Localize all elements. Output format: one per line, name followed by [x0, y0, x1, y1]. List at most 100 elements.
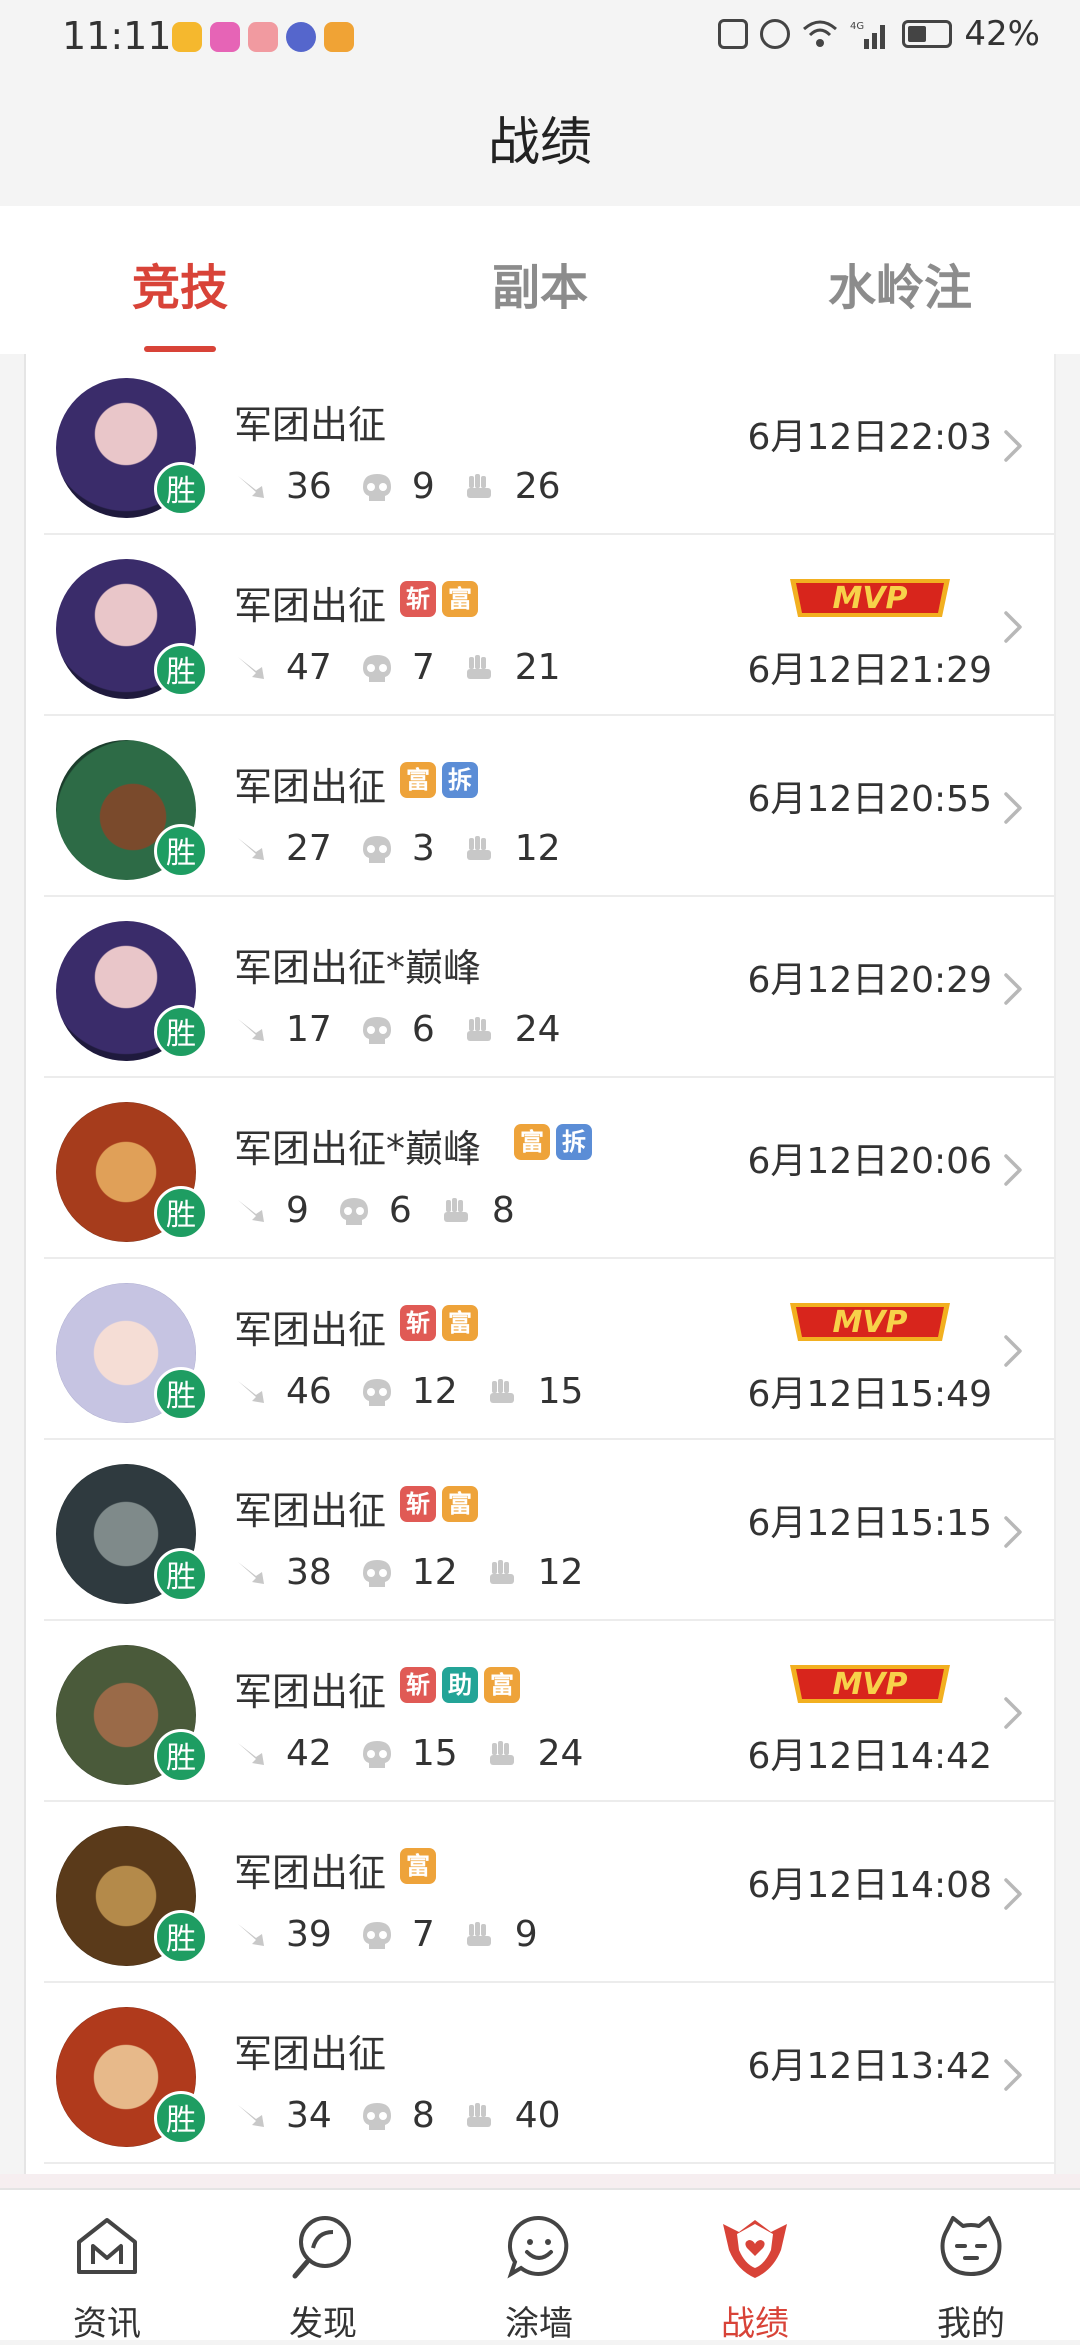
record-time: 6月12日15:15	[747, 1503, 992, 1544]
app-notification-icon	[172, 22, 202, 52]
tab-jingji[interactable]: 竞技	[60, 248, 300, 318]
assists-value: 15	[537, 1371, 584, 1412]
deaths-value: 9	[411, 466, 435, 507]
notification-icons	[172, 22, 354, 52]
nav-item-records[interactable]: 战绩	[690, 2210, 820, 2345]
win-badge: 胜	[154, 1186, 208, 1240]
app-notification-icon	[210, 22, 240, 52]
record-row[interactable]: 胜军团出征 34 8 40 6月12日13:42	[44, 1983, 1054, 2164]
honor-badge: 斩	[400, 1667, 436, 1703]
fist-icon	[466, 473, 491, 498]
honor-badge: 富	[442, 581, 478, 617]
honor-badge: 助	[442, 1667, 478, 1703]
skull-icon	[362, 835, 391, 863]
deaths-value: 6	[388, 1190, 412, 1231]
record-time: 6月12日14:08	[747, 1865, 992, 1906]
kills-value: 39	[286, 1914, 332, 1955]
alarm-icon	[760, 19, 791, 49]
chevron-right-icon	[1004, 611, 1022, 643]
deaths-value: 7	[411, 647, 435, 688]
record-row[interactable]: 胜军团出征斩富 38 12 12 6月12日15:15	[44, 1440, 1054, 1621]
record-row[interactable]: 胜军团出征富拆 27 3 12 6月12日20:55	[44, 716, 1054, 897]
record-row[interactable]: 胜军团出征斩富 47 7 21 MVP 6月12日21:29	[44, 535, 1054, 716]
sword-icon	[238, 1923, 264, 1946]
record-row[interactable]: 胜军团出征斩助富 42 15 24 MVP 6月12日14:42	[44, 1621, 1054, 1802]
deaths-value: 15	[411, 1733, 458, 1774]
kills-value: 27	[286, 828, 332, 869]
mode-name: 军团出征	[234, 765, 387, 809]
deaths-value: 7	[411, 1914, 435, 1955]
chevron-right-icon	[1004, 1335, 1022, 1367]
chevron-right-icon	[1004, 792, 1022, 824]
win-badge: 胜	[154, 1005, 208, 1059]
skull-icon	[362, 473, 391, 501]
honor-badge: 拆	[556, 1124, 592, 1160]
kills-value: 34	[286, 2095, 332, 2136]
kda-stats: 17 6 24	[234, 1009, 589, 1050]
honor-badges: 富拆	[400, 762, 478, 798]
skull-icon	[362, 654, 391, 682]
cellular-signal-icon: 4G	[850, 21, 886, 49]
honor-badges: 斩富	[400, 1305, 478, 1341]
sword-icon	[238, 475, 264, 498]
deaths-value: 6	[411, 1009, 435, 1050]
mode-name: 军团出征	[234, 584, 387, 628]
deaths-value: 12	[411, 1371, 458, 1412]
kda-stats: 34 8 40	[234, 2095, 589, 2136]
mvp-badge: MVP	[790, 1665, 950, 1703]
skull-icon	[362, 1740, 391, 1768]
sword-icon	[238, 1018, 264, 1041]
honor-badges: 富	[400, 1848, 436, 1884]
status-right: 4G 42%	[718, 14, 1040, 54]
nav-item-graffiti[interactable]: 涂墙	[474, 2210, 604, 2345]
smile-chat-icon	[507, 2215, 569, 2279]
nav-item-news[interactable]: 资讯	[42, 2210, 172, 2345]
honor-badge: 斩	[400, 581, 436, 617]
honor-badges: 富拆	[514, 1124, 592, 1160]
sword-icon	[238, 837, 264, 860]
fist-icon	[466, 835, 491, 860]
record-time: 6月12日13:42	[747, 2046, 992, 2087]
mode-name: 军团出征	[234, 1308, 387, 1352]
kda-stats: 36 9 26	[234, 466, 589, 507]
kills-value: 38	[286, 1552, 332, 1593]
battery-icon	[902, 20, 953, 48]
win-badge: 胜	[154, 462, 208, 516]
record-time: 6月12日15:49	[747, 1374, 992, 1415]
kills-value: 42	[286, 1733, 332, 1774]
mvp-badge: MVP	[790, 579, 950, 617]
discover-icon	[292, 2216, 351, 2279]
mvp-text: MVP	[832, 1667, 907, 1702]
fist-icon	[466, 1016, 491, 1041]
nav-item-discover[interactable]: 发现	[258, 2210, 388, 2345]
list-bottom-spacer	[0, 2174, 1080, 2188]
tab-shuilingzhu[interactable]: 水岭注	[780, 248, 1020, 318]
nav-label: 战绩	[721, 2304, 789, 2344]
mvp-text: MVP	[832, 581, 907, 616]
mode-name: 军团出征*巅峰	[234, 1127, 482, 1171]
honor-badge: 斩	[400, 1486, 436, 1522]
record-row[interactable]: 胜军团出征富 39 7 9 6月12日14:08	[44, 1802, 1054, 1983]
chevron-right-icon	[1004, 1154, 1022, 1186]
skull-icon	[362, 1378, 391, 1406]
record-row[interactable]: 胜军团出征*巅峰 17 6 24 6月12日20:29	[44, 897, 1054, 1078]
tab-fuben[interactable]: 副本	[420, 248, 660, 318]
nav-item-mine[interactable]: 我的	[906, 2210, 1036, 2345]
fist-icon	[466, 2102, 491, 2127]
status-time: 11:11	[62, 14, 172, 58]
fist-icon	[443, 1197, 468, 1222]
honor-badge: 富	[484, 1667, 520, 1703]
record-row[interactable]: 胜军团出征 36 9 26 6月12日22:03	[44, 354, 1054, 535]
honor-badges: 斩富	[400, 1486, 478, 1522]
fist-icon	[466, 654, 491, 679]
record-list[interactable]: 胜军团出征 36 9 26 6月12日22:03 胜军团出征斩富 47 7 21 MVP 6月12日…	[24, 354, 1056, 2174]
kda-stats: 47 7 21	[234, 647, 589, 688]
mvp-badge: MVP	[790, 1303, 950, 1341]
mode-name: 军团出征	[234, 1670, 387, 1714]
kills-value: 47	[286, 647, 332, 688]
record-row[interactable]: 胜军团出征斩富 46 12 15 MVP 6月12日15:49	[44, 1259, 1054, 1440]
music-icon	[286, 22, 316, 52]
chevron-right-icon	[1004, 1516, 1022, 1548]
record-row[interactable]: 胜军团出征*巅峰富拆 9 6 8 6月12日20:06	[44, 1078, 1054, 1259]
assists-value: 12	[537, 1552, 584, 1593]
